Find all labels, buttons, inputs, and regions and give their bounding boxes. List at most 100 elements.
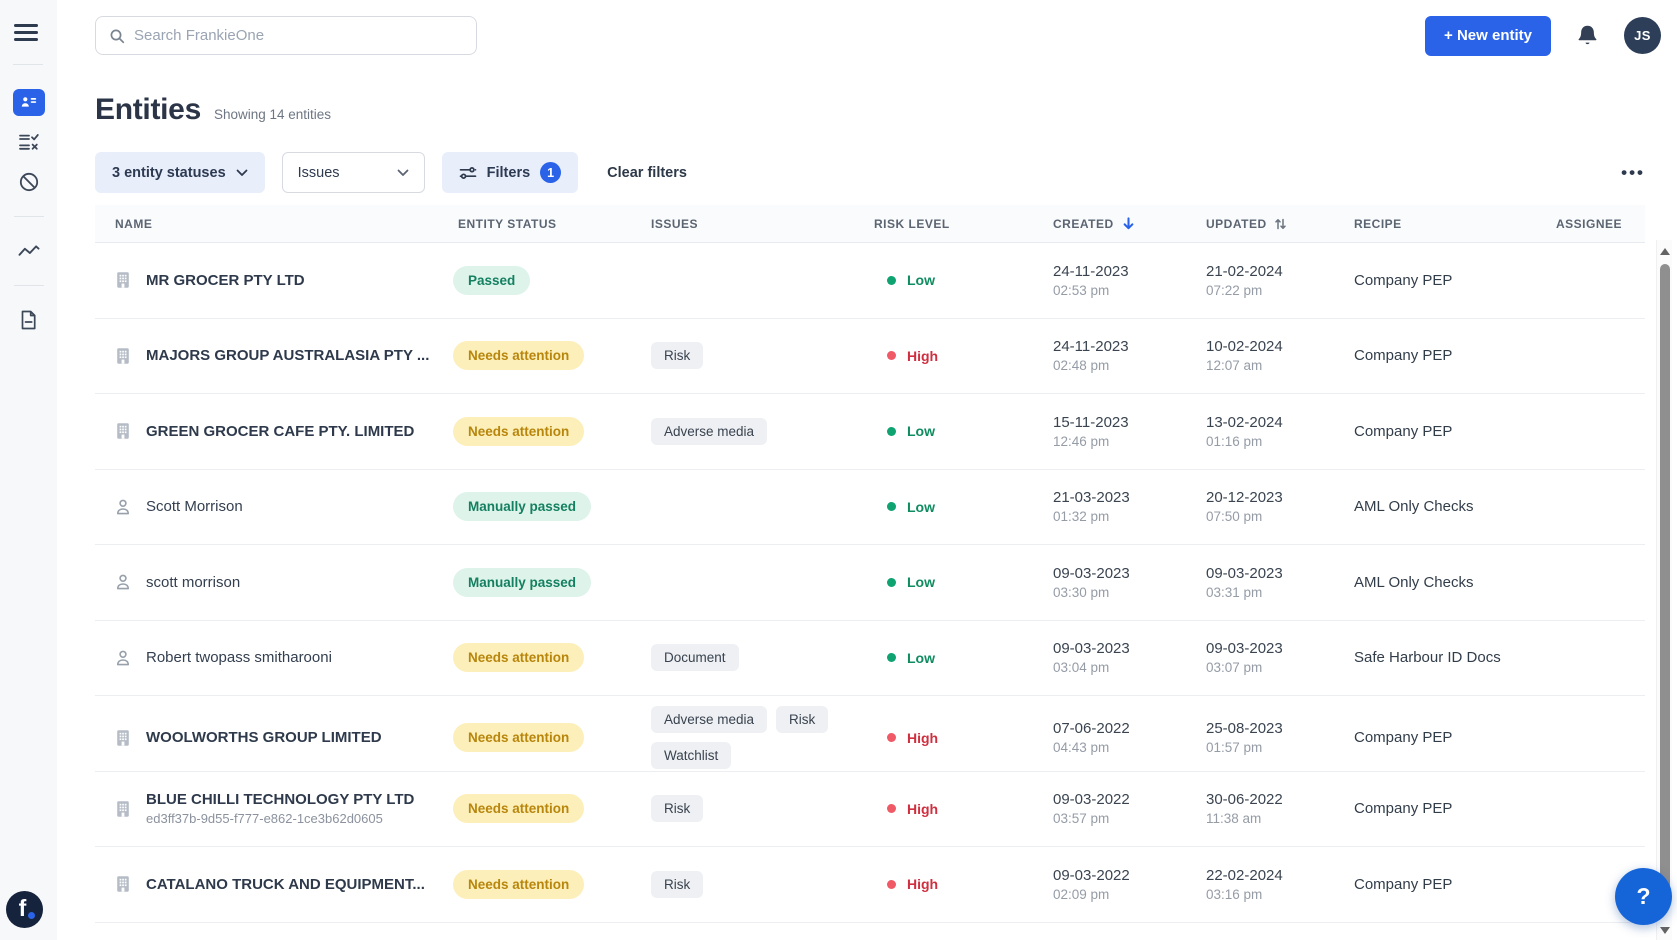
scroll-up-arrow[interactable]	[1660, 248, 1670, 255]
column-header-updated[interactable]: UPDATED	[1200, 217, 1350, 231]
entities-table: NAMEENTITY STATUS ISSUES RISK LEVEL CREATED…	[95, 205, 1645, 923]
search-box[interactable]	[95, 16, 477, 55]
created-cell: 09-03-2023 03:04 pm	[1045, 640, 1200, 675]
sidebar-item-monitoring[interactable]	[0, 231, 57, 271]
name-cell: BLUE CHILLI TECHNOLOGY PTY LTD ed3ff37b-…	[95, 791, 435, 826]
updated-time: 11:38 am	[1206, 811, 1350, 826]
column-label: ASSIGNEE	[1556, 217, 1622, 231]
status-badge: Needs attention	[453, 723, 584, 752]
entity-statuses-label: 3 entity statuses	[112, 165, 226, 181]
entity-statuses-dropdown[interactable]: 3 entity statuses	[95, 152, 265, 193]
updated-date: 13-02-2024	[1206, 414, 1350, 431]
company-icon	[113, 270, 133, 290]
risk-label: High	[907, 876, 938, 892]
sidebar: f	[0, 0, 57, 940]
column-label: UPDATED	[1206, 217, 1267, 231]
column-label: RECIPE	[1354, 217, 1402, 231]
risk-cell: High	[865, 801, 1045, 817]
clear-filters-button[interactable]: Clear filters	[607, 165, 687, 181]
name-cell: WOOLWORTHS GROUP LIMITED	[95, 728, 435, 748]
sidebar-divider	[14, 216, 44, 217]
recipe-cell: AML Only Checks	[1350, 574, 1550, 591]
checklist-icon	[18, 132, 40, 152]
table-row[interactable]: CATALANO TRUCK AND EQUIPMENT... Needs at…	[95, 847, 1645, 923]
table-row[interactable]: scott morrison Manually passed Low 09-03…	[95, 545, 1645, 621]
new-entity-button[interactable]: + New entity	[1425, 16, 1551, 56]
updated-cell: 21-02-2024 07:22 pm	[1200, 263, 1350, 298]
issues-cell	[640, 572, 865, 592]
entity-id: ed3ff37b-9d55-f777-e862-1ce3b62d0605	[146, 811, 414, 826]
filters-count-badge: 1	[540, 162, 561, 183]
risk-label: Low	[907, 499, 935, 515]
person-icon	[113, 497, 133, 517]
created-cell: 09-03-2022 02:09 pm	[1045, 867, 1200, 902]
recipe-cell: Company PEP	[1350, 729, 1550, 746]
table-row[interactable]: WOOLWORTHS GROUP LIMITED Needs attention…	[95, 696, 1645, 772]
recipe-cell: AML Only Checks	[1350, 498, 1550, 515]
created-date: 07-06-2022	[1053, 720, 1200, 737]
risk-label: High	[907, 801, 938, 817]
column-header-issues[interactable]: ISSUES	[640, 217, 865, 231]
sidebar-item-blocklist[interactable]	[0, 162, 57, 202]
table-row[interactable]: GREEN GROCER CAFE PTY. LIMITED Needs att…	[95, 394, 1645, 470]
created-date: 15-11-2023	[1053, 414, 1200, 431]
risk-dot	[887, 351, 896, 360]
column-header-recipe[interactable]: RECIPE	[1350, 217, 1550, 231]
status-cell: Needs attention	[435, 723, 640, 752]
vertical-scrollbar	[1656, 240, 1672, 940]
search-input[interactable]	[134, 27, 463, 44]
notifications-button[interactable]	[1576, 23, 1599, 48]
status-badge: Needs attention	[453, 643, 584, 672]
topbar: + New entity JS	[95, 15, 1661, 56]
issues-dropdown[interactable]: Issues	[282, 152, 425, 193]
created-time: 02:48 pm	[1053, 358, 1200, 373]
table-row[interactable]: MAJORS GROUP AUSTRALASIA PTY ... Needs a…	[95, 319, 1645, 395]
more-options-button[interactable]: •••	[1621, 164, 1645, 181]
status-cell: Needs attention	[435, 643, 640, 672]
risk-cell: High	[865, 348, 1045, 364]
filters-button[interactable]: Filters 1	[442, 152, 579, 193]
recipe-cell: Safe Harbour ID Docs	[1350, 649, 1550, 666]
updated-cell: 09-03-2023 03:07 pm	[1200, 640, 1350, 675]
table-row[interactable]: Robert twopass smitharooni Needs attenti…	[95, 621, 1645, 697]
created-date: 24-11-2023	[1053, 263, 1200, 280]
menu-icon[interactable]	[14, 24, 38, 41]
column-label: CREATED	[1053, 217, 1114, 231]
column-header-risk-level[interactable]: RISK LEVEL	[865, 217, 1045, 231]
risk-label: Low	[907, 423, 935, 439]
table-row[interactable]: Scott Morrison Manually passed Low 21-03…	[95, 470, 1645, 546]
scroll-down-arrow[interactable]	[1660, 927, 1670, 934]
sidebar-item-documents[interactable]	[0, 300, 57, 340]
avatar[interactable]: JS	[1624, 17, 1661, 54]
issue-chip: Risk	[651, 342, 703, 369]
status-cell: Needs attention	[435, 417, 640, 446]
sidebar-item-entities[interactable]	[0, 82, 57, 122]
scrollbar-thumb[interactable]	[1660, 264, 1670, 902]
status-badge: Needs attention	[453, 794, 584, 823]
created-cell: 24-11-2023 02:53 pm	[1045, 263, 1200, 298]
issues-cell: Document	[640, 634, 865, 681]
created-date: 21-03-2023	[1053, 489, 1200, 506]
column-header-name[interactable]: NAME	[95, 217, 435, 231]
created-cell: 21-03-2023 01:32 pm	[1045, 489, 1200, 524]
risk-dot	[887, 578, 896, 587]
column-header-assignee[interactable]: ASSIGNEE	[1550, 217, 1645, 231]
table-header: NAMEENTITY STATUS ISSUES RISK LEVEL CREATED…	[95, 205, 1645, 243]
updated-date: 09-03-2023	[1206, 640, 1350, 657]
logo-dot	[28, 912, 35, 919]
sidebar-divider	[14, 285, 44, 286]
name-cell: MAJORS GROUP AUSTRALASIA PTY ...	[95, 346, 435, 366]
issue-chip: Risk	[651, 795, 703, 822]
issue-chip: Adverse media	[651, 706, 767, 733]
column-label: ISSUES	[651, 217, 698, 231]
column-header-entity-status[interactable]: ENTITY STATUS	[435, 217, 640, 231]
updated-time: 12:07 am	[1206, 358, 1350, 373]
created-date: 09-03-2022	[1053, 791, 1200, 808]
help-button[interactable]: ?	[1615, 868, 1672, 925]
table-row[interactable]: MR GROCER PTY LTD Passed Low 24-11-2023 …	[95, 243, 1645, 319]
table-row[interactable]: BLUE CHILLI TECHNOLOGY PTY LTD ed3ff37b-…	[95, 772, 1645, 848]
column-header-created[interactable]: CREATED	[1045, 216, 1200, 231]
company-icon	[113, 728, 133, 748]
risk-cell: High	[865, 876, 1045, 892]
sidebar-item-checklist[interactable]	[0, 122, 57, 162]
